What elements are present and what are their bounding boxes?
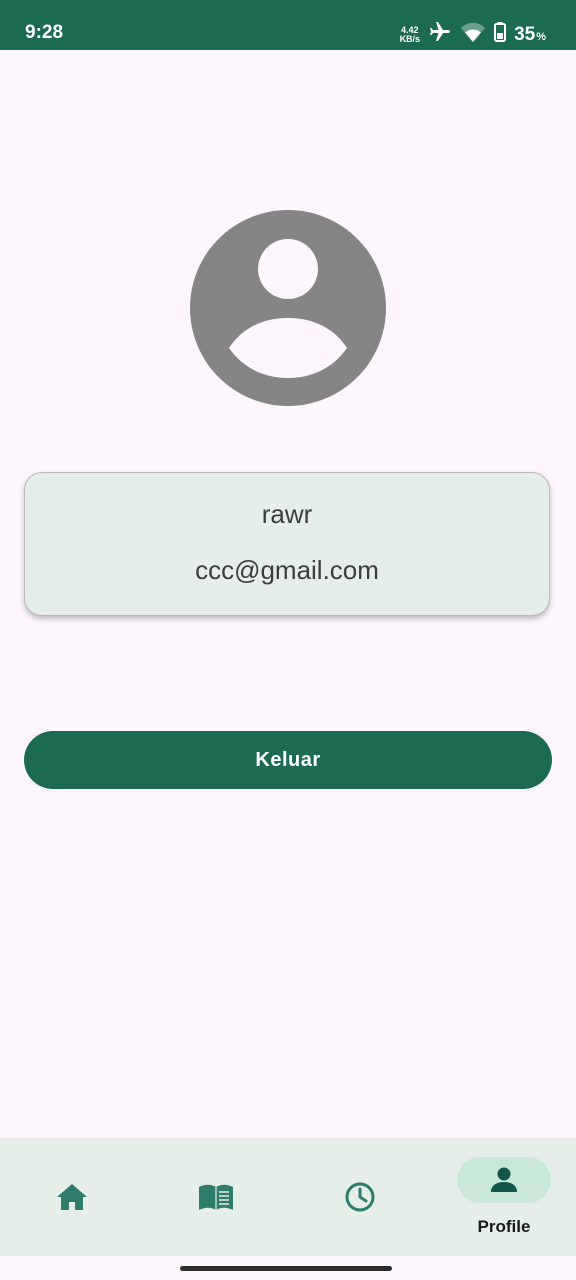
nav-label-profile: Profile [477,1217,531,1236]
network-speed-unit: KB/s [399,33,421,44]
wifi-icon [460,21,486,48]
email: ccc@gmail.com [195,555,379,585]
clock-icon [345,1182,375,1212]
home-indicator[interactable] [180,1266,392,1271]
status-time: 9:28 [25,22,64,43]
bottom-nav: Profile [0,1138,576,1256]
nav-item-history[interactable] [288,1138,432,1256]
airplane-mode-icon [428,20,452,49]
status-bar: 9:28 4.42 KB/s 35% [0,0,576,50]
username: rawr [261,499,313,529]
status-icons: 4.42 KB/s 35% [400,20,546,49]
battery-unit: % [536,30,546,43]
battery-level: 35% [514,24,546,46]
profile-info-card: rawr ccc@gmail.com [24,472,550,616]
book-icon [199,1184,233,1210]
home-icon [57,1184,87,1210]
nav-item-profile[interactable]: Profile [432,1138,576,1256]
nav-selected-indicator [457,1157,551,1203]
account-circle-icon [190,210,386,406]
network-speed: 4.42 KB/s [399,25,421,44]
person-icon [491,1167,517,1192]
nav-item-home[interactable] [0,1138,144,1256]
avatar [190,210,386,406]
battery-value: 35 [514,23,536,45]
battery-icon [494,22,507,47]
logout-button[interactable]: Keluar [24,731,552,789]
nav-item-book[interactable] [144,1138,288,1256]
